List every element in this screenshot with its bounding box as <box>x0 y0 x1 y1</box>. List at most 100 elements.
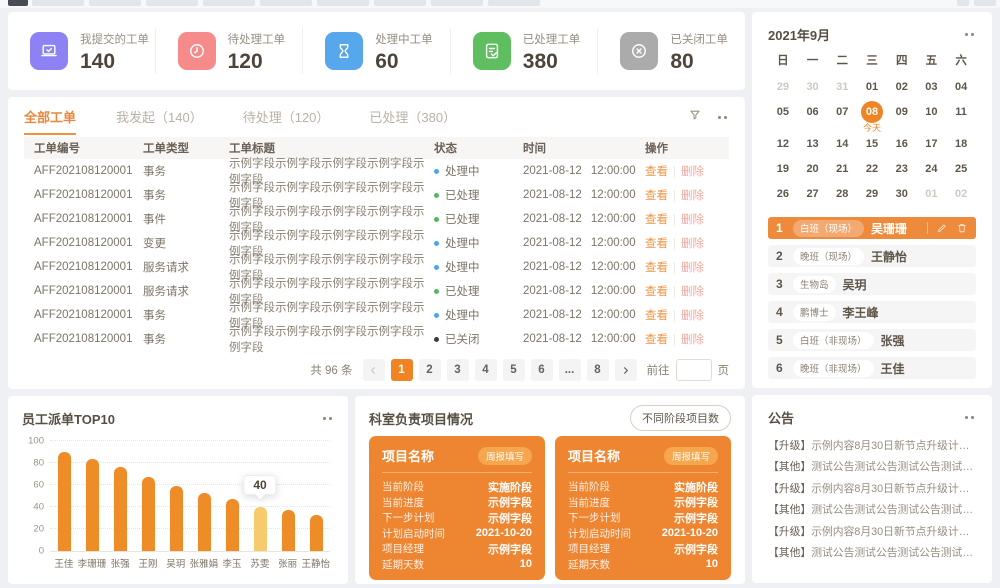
announcement-item[interactable]: 【其他】测试公告测试公告测试公告测试公告测试公告 <box>768 542 976 564</box>
delete-link[interactable]: 删除 <box>681 310 704 322</box>
bar-苏雯[interactable] <box>254 507 267 551</box>
calendar-day[interactable]: 06 <box>798 101 828 133</box>
browser-control[interactable] <box>974 0 996 6</box>
calendar-day[interactable]: 05 <box>768 101 798 133</box>
schedule-item[interactable]: 2晚班（现场）王静怡 <box>768 245 976 267</box>
calendar-day-today[interactable]: 08今天 <box>857 101 887 133</box>
calendar-day[interactable]: 26 <box>768 183 798 208</box>
page-button-1[interactable]: 1 <box>391 359 413 381</box>
tab-workorders-0[interactable]: 全部工单 <box>24 107 76 135</box>
schedule-item[interactable]: 5白班（非现场）张强 <box>768 329 976 351</box>
prev-page-button[interactable] <box>363 359 385 381</box>
view-link[interactable]: 查看 <box>645 286 668 298</box>
tab-workorders-1[interactable]: 我发起（140） <box>116 107 203 135</box>
calendar-day[interactable]: 02 <box>887 76 917 101</box>
calendar-day[interactable]: 29 <box>857 183 887 208</box>
calendar-day[interactable]: 21 <box>827 158 857 183</box>
announcement-item[interactable]: 【升级】示例内容8月30日新节点升级计划通知 <box>768 434 976 456</box>
browser-control[interactable] <box>957 0 969 6</box>
calendar-day[interactable]: 16 <box>887 133 917 158</box>
calendar-day[interactable]: 07 <box>827 101 857 133</box>
delete-link[interactable]: 删除 <box>681 214 704 226</box>
calendar-day[interactable]: 13 <box>798 133 828 158</box>
calendar-day[interactable]: 29 <box>768 76 798 101</box>
weekly-report-badge[interactable]: 周报填写 <box>664 447 718 465</box>
page-button-5[interactable]: 5 <box>503 359 525 381</box>
calendar-day[interactable]: 01 <box>857 76 887 101</box>
calendar-day[interactable]: 10 <box>917 101 947 133</box>
calendar-day[interactable]: 28 <box>827 183 857 208</box>
bar-张丽[interactable] <box>282 510 295 551</box>
project-card[interactable]: 项目名称周报填写当前阶段实施阶段当前进度示例字段下一步计划示例字段计划启动时间2… <box>369 436 545 580</box>
bar-王刚[interactable] <box>142 477 155 551</box>
browser-tab[interactable] <box>146 0 198 6</box>
bar-王静怡[interactable] <box>310 515 323 551</box>
calendar-day[interactable]: 02 <box>946 183 976 208</box>
schedule-item[interactable]: 4鹏博士李王峰 <box>768 301 976 323</box>
filter-icon[interactable] <box>688 108 702 127</box>
announcement-item[interactable]: 【其他】测试公告测试公告测试公告测试公告测试公告 <box>768 499 976 521</box>
calendar-day[interactable]: 18 <box>946 133 976 158</box>
bar-李玉[interactable] <box>226 499 239 551</box>
delete-icon[interactable] <box>956 222 968 234</box>
browser-tab[interactable] <box>8 0 28 6</box>
browser-tab[interactable] <box>260 0 312 6</box>
calendar-day[interactable]: 20 <box>798 158 828 183</box>
view-link[interactable]: 查看 <box>645 334 668 346</box>
calendar-day[interactable]: 30 <box>798 76 828 101</box>
goto-page-input[interactable] <box>676 359 712 381</box>
page-button-8[interactable]: 8 <box>587 359 609 381</box>
calendar-day[interactable]: 27 <box>798 183 828 208</box>
delete-link[interactable]: 删除 <box>681 190 704 202</box>
calendar-day[interactable]: 25 <box>946 158 976 183</box>
calendar-day[interactable]: 01 <box>917 183 947 208</box>
calendar-day[interactable]: 17 <box>917 133 947 158</box>
browser-tab[interactable] <box>32 0 84 6</box>
edit-icon[interactable] <box>936 222 948 234</box>
page-button-4[interactable]: 4 <box>475 359 497 381</box>
calendar-day[interactable]: 22 <box>857 158 887 183</box>
schedule-item[interactable]: 1白班（现场）吴珊珊 <box>768 217 976 239</box>
project-card[interactable]: 项目名称周报填写当前阶段实施阶段当前进度示例字段下一步计划示例字段计划启动时间2… <box>555 436 731 580</box>
view-link[interactable]: 查看 <box>645 190 668 202</box>
calendar-day[interactable]: 03 <box>917 76 947 101</box>
announcement-item[interactable]: 【升级】示例内容8月30日新节点升级计划通知 <box>768 520 976 542</box>
browser-tab[interactable] <box>203 0 255 6</box>
calendar-day[interactable]: 14 <box>827 133 857 158</box>
view-link[interactable]: 查看 <box>645 214 668 226</box>
view-link[interactable]: 查看 <box>645 310 668 322</box>
bar-吴玥[interactable] <box>170 486 183 551</box>
delete-link[interactable]: 删除 <box>681 286 704 298</box>
delete-link[interactable]: 删除 <box>681 238 704 250</box>
calendar-day[interactable]: 30 <box>887 183 917 208</box>
stage-count-button[interactable]: 不同阶段项目数 <box>630 405 731 431</box>
browser-tab[interactable] <box>431 0 483 6</box>
calendar-day[interactable]: 23 <box>887 158 917 183</box>
view-link[interactable]: 查看 <box>645 166 668 178</box>
announcement-item[interactable]: 【其他】测试公告测试公告测试公告测试公告测试公告 <box>768 456 976 478</box>
browser-tab[interactable] <box>374 0 426 6</box>
tab-workorders-2[interactable]: 待处理（120） <box>243 107 330 135</box>
browser-tab[interactable] <box>317 0 369 6</box>
bar-王佳[interactable] <box>58 452 71 551</box>
calendar-day[interactable]: 15 <box>857 133 887 158</box>
browser-tab[interactable] <box>89 0 141 6</box>
browser-tab[interactable] <box>488 0 540 6</box>
schedule-item[interactable]: 6晚班（非现场）王佳 <box>768 357 976 379</box>
announcement-item[interactable]: 【升级】示例内容8月30日新节点升级计划通知 <box>768 477 976 499</box>
more-icon[interactable] <box>963 412 976 423</box>
calendar-day[interactable]: 31 <box>827 76 857 101</box>
bar-张雅娟[interactable] <box>198 493 211 551</box>
calendar-day[interactable]: 04 <box>946 76 976 101</box>
view-link[interactable]: 查看 <box>645 238 668 250</box>
delete-link[interactable]: 删除 <box>681 166 704 178</box>
next-page-button[interactable] <box>615 359 637 381</box>
bar-张强[interactable] <box>114 467 127 551</box>
more-icon[interactable] <box>321 413 334 424</box>
page-button-6[interactable]: 6 <box>531 359 553 381</box>
view-link[interactable]: 查看 <box>645 262 668 274</box>
calendar-day[interactable]: 09 <box>887 101 917 133</box>
calendar-day[interactable]: 11 <box>946 101 976 133</box>
page-button-3[interactable]: 3 <box>447 359 469 381</box>
tab-workorders-3[interactable]: 已处理（380） <box>369 107 456 135</box>
